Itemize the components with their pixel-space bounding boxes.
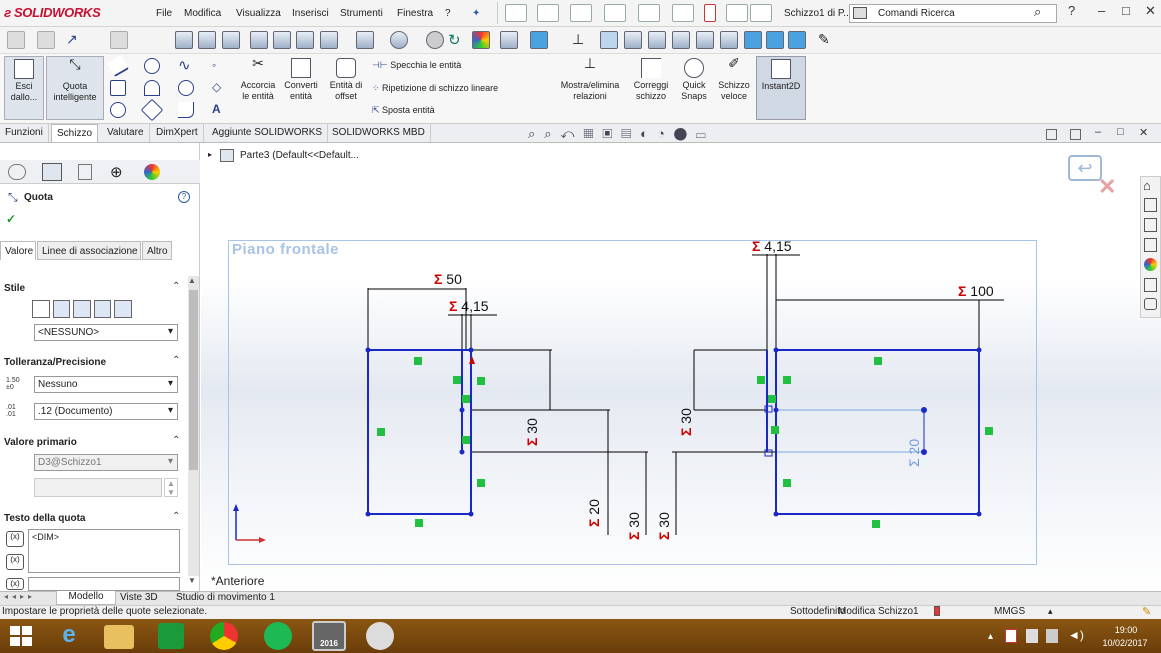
network-icon[interactable] (1046, 629, 1058, 643)
paint-icon[interactable] (366, 622, 394, 650)
sketch-canvas[interactable] (0, 0, 1161, 653)
tab-modello[interactable]: Modello (56, 591, 116, 605)
internet-explorer-icon[interactable]: e (52, 621, 86, 651)
tab-studio-movimento[interactable]: Studio di movimento 1 (176, 592, 275, 603)
notification-icon[interactable]: ✎ (1142, 605, 1151, 618)
units-dropdown-icon[interactable]: ▴ (1048, 606, 1053, 617)
volume-icon[interactable]: ◄) (1068, 628, 1084, 642)
dimension-d30-a[interactable]: Σ 30 (524, 418, 540, 446)
sketch-profile[interactable] (367, 349, 980, 515)
clock-time[interactable]: 19:00 (1100, 625, 1152, 635)
file-explorer-taskbar-icon[interactable] (104, 625, 134, 649)
store-icon[interactable] (158, 623, 184, 649)
status-units[interactable]: MMGS (994, 606, 1025, 617)
windows-start-icon[interactable] (10, 626, 32, 646)
dimension-d30-d[interactable]: Σ 30 (656, 512, 672, 540)
tab-viste-3d[interactable]: Viste 3D (120, 592, 158, 603)
dimension-d30-c[interactable]: Σ 30 (626, 512, 642, 540)
relation-glyphs[interactable] (377, 357, 993, 528)
clock-date[interactable]: 10/02/2017 (1096, 638, 1154, 648)
dimension-d50[interactable]: Σ 50 (434, 271, 462, 287)
tab-scroll-icons[interactable]: ◂◂▸▸ (4, 592, 36, 601)
dimension-d415-right[interactable]: Σ 4,15 (752, 238, 792, 254)
spotify-icon[interactable] (264, 622, 292, 650)
rebuild-status-icon[interactable] (934, 606, 940, 616)
dimension-d20-active[interactable]: Σ 20 (906, 439, 922, 467)
bottom-tabs (0, 591, 1161, 605)
solidworks-taskbar-icon[interactable]: 2016 (312, 621, 346, 651)
sketch-points[interactable] (365, 347, 982, 517)
tray-app-icon[interactable] (1026, 629, 1038, 643)
sketch-origin (235, 508, 262, 541)
chrome-icon[interactable] (210, 622, 238, 650)
tray-flag-icon[interactable] (1005, 629, 1017, 643)
dimension-d100[interactable]: Σ 100 (958, 283, 994, 299)
dimension-d415-left[interactable]: Σ 4,15 (449, 298, 489, 314)
status-hint: Impostare le proprietà delle quote selez… (2, 606, 208, 617)
dimension-d20-a[interactable]: Σ 20 (586, 499, 602, 527)
status-edit-mode: Modifica Schizzo1 (838, 606, 919, 617)
tray-expand-icon[interactable]: ▴ (988, 631, 993, 642)
dimension-d30-b[interactable]: Σ 30 (678, 408, 694, 436)
